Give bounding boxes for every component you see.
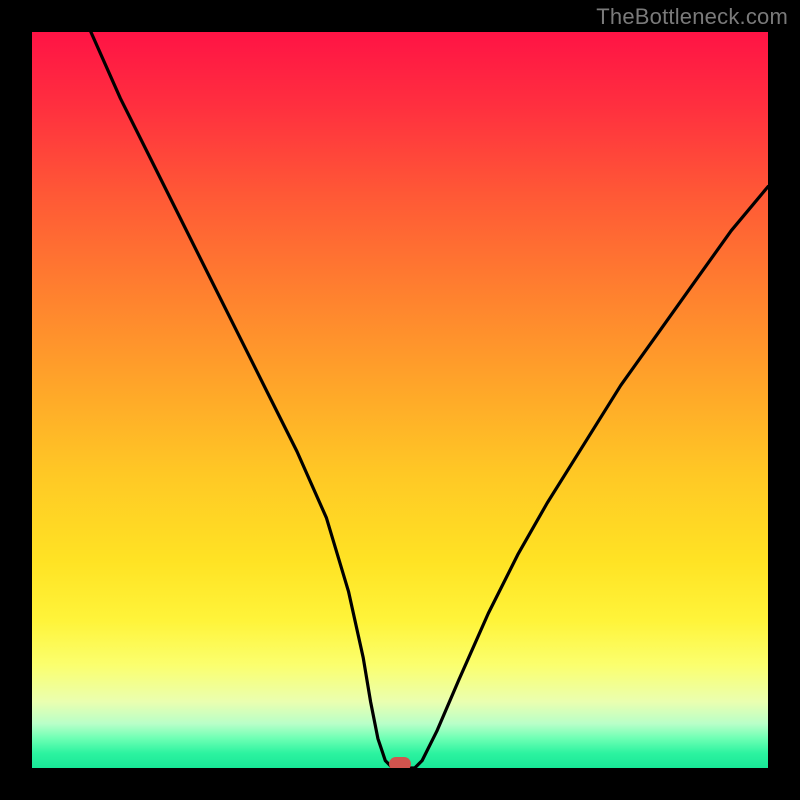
bottleneck-curve bbox=[32, 32, 768, 768]
attribution-text: TheBottleneck.com bbox=[596, 4, 788, 30]
chart-outer: TheBottleneck.com bbox=[0, 0, 800, 800]
curve-path bbox=[91, 32, 768, 768]
plot-area bbox=[32, 32, 768, 768]
vertex-marker bbox=[389, 757, 411, 768]
